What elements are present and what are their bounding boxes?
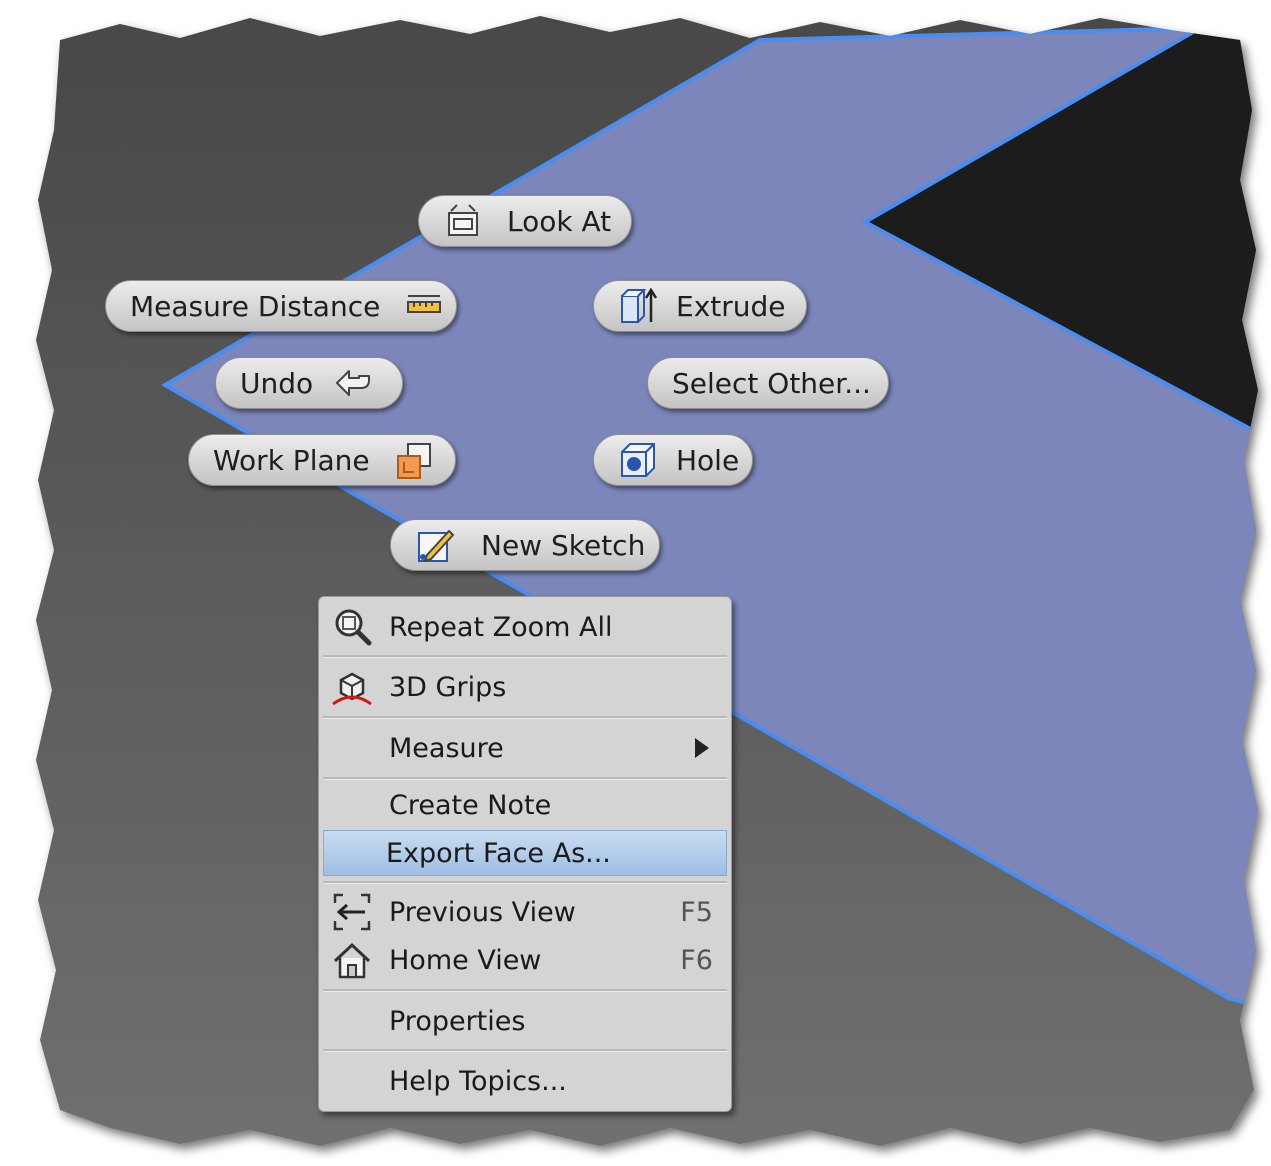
look-at-label: Look At: [507, 204, 612, 238]
menu-item-3d-grips[interactable]: 3D Grips: [323, 660, 727, 714]
menu-separator: [323, 716, 727, 719]
undo-arrow-icon: [333, 363, 373, 403]
submenu-arrow-icon: [695, 738, 709, 758]
select-other-label: Select Other...: [672, 366, 871, 400]
menu-item-label: Create Note: [389, 789, 552, 821]
menu-item-home-view[interactable]: Home View F6: [323, 937, 727, 983]
menu-separator: [323, 655, 727, 658]
menu-item-label: Measure: [389, 732, 504, 764]
extrude-button[interactable]: Extrude: [593, 280, 807, 332]
undo-label: Undo: [240, 366, 314, 400]
menu-item-shortcut: F6: [680, 944, 713, 976]
look-at-icon: [443, 201, 483, 241]
menu-item-label: 3D Grips: [389, 671, 507, 703]
hole-icon: [618, 440, 658, 480]
menu-separator: [323, 881, 727, 884]
menu-separator: [323, 1049, 727, 1052]
undo-button[interactable]: Undo: [215, 357, 403, 409]
work-plane-label: Work Plane: [213, 443, 370, 477]
menu-separator: [323, 989, 727, 992]
work-plane-button[interactable]: Work Plane: [188, 434, 456, 486]
menu-item-label: Properties: [389, 1005, 526, 1037]
menu-item-create-note[interactable]: Create Note: [323, 782, 727, 828]
menu-item-help-topics[interactable]: Help Topics...: [323, 1055, 727, 1107]
work-plane-icon: [394, 440, 434, 480]
menu-item-properties[interactable]: Properties: [323, 995, 727, 1047]
menu-item-label: Help Topics...: [389, 1065, 567, 1097]
menu-item-shortcut: F5: [680, 896, 713, 928]
menu-item-label: Repeat Zoom All: [389, 611, 613, 643]
menu-item-measure[interactable]: Measure: [323, 721, 727, 775]
new-sketch-label: New Sketch: [481, 528, 646, 562]
context-menu: Repeat Zoom All 3D Grips Measure Create …: [318, 596, 732, 1112]
zoom-all-icon: [331, 606, 373, 648]
ruler-icon: [404, 286, 444, 326]
menu-item-export-face-as[interactable]: Export Face As...: [323, 830, 727, 876]
home-view-icon: [331, 939, 373, 981]
look-at-button[interactable]: Look At: [418, 195, 632, 247]
hole-button[interactable]: Hole: [593, 434, 753, 486]
menu-separator: [323, 777, 727, 780]
extrude-label: Extrude: [676, 289, 786, 323]
select-other-button[interactable]: Select Other...: [647, 357, 889, 409]
menu-item-repeat-zoom-all[interactable]: Repeat Zoom All: [323, 601, 727, 653]
menu-item-label: Previous View: [389, 896, 576, 928]
menu-item-previous-view[interactable]: Previous View F5: [323, 889, 727, 935]
menu-item-label: Home View: [389, 944, 542, 976]
3d-grips-icon: [331, 666, 373, 708]
hole-label: Hole: [676, 443, 740, 477]
new-sketch-button[interactable]: New Sketch: [390, 519, 660, 571]
measure-distance-button[interactable]: Measure Distance: [105, 280, 457, 332]
previous-view-icon: [331, 891, 373, 933]
new-sketch-icon: [415, 525, 455, 565]
measure-distance-label: Measure Distance: [130, 289, 381, 323]
menu-item-label: Export Face As...: [386, 837, 611, 869]
extrude-icon: [618, 286, 658, 326]
